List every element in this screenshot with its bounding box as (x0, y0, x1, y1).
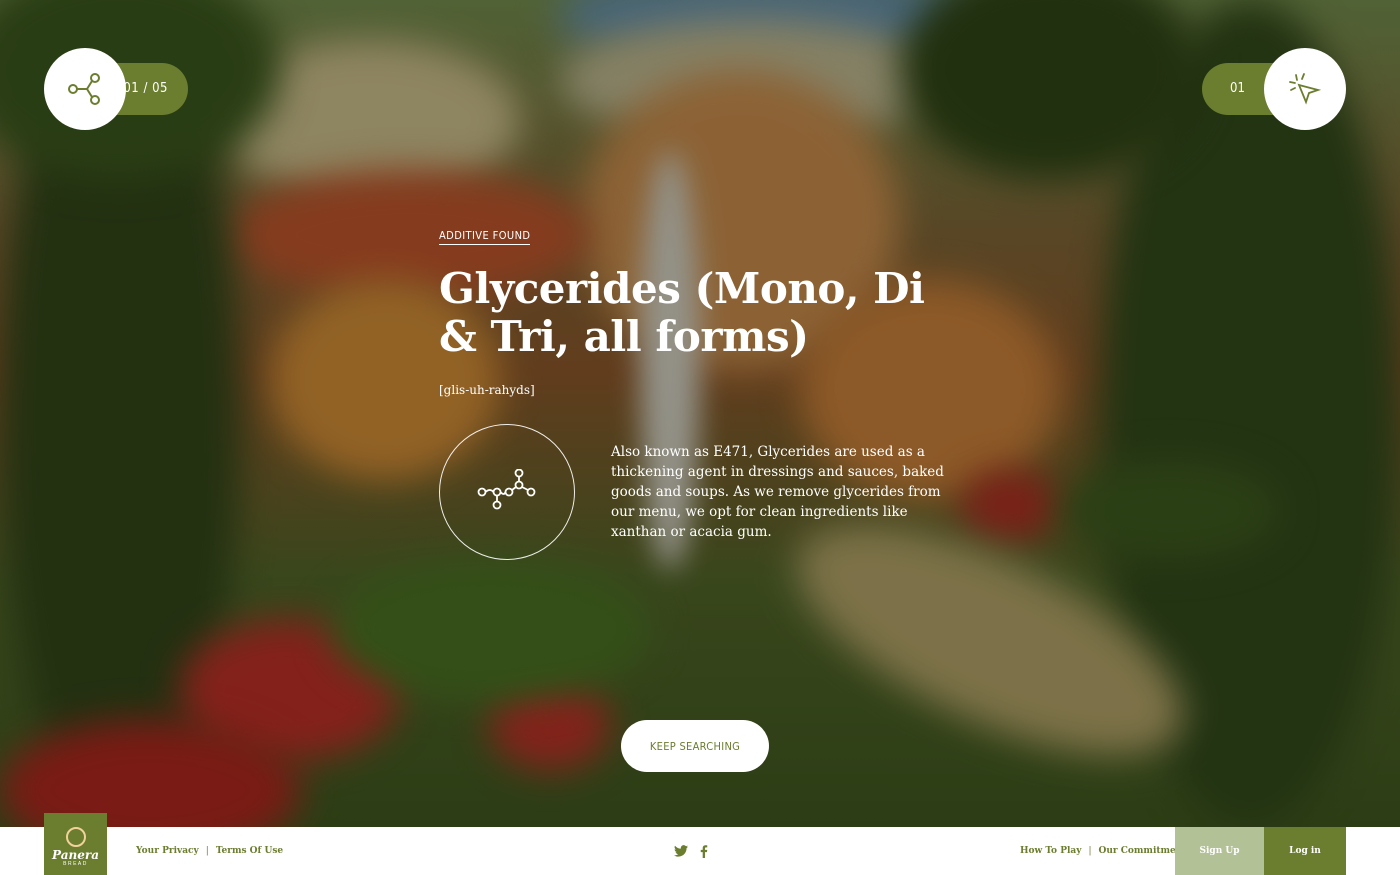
panera-logo[interactable]: Panera BREAD (44, 813, 107, 875)
cursor-sparkle-icon (1289, 73, 1322, 105)
footer-left-links: Your Privacy | Terms Of Use (136, 827, 283, 875)
footer-right-links: How To Play | Our Commitment (1020, 827, 1186, 875)
our-commitment-link[interactable]: Our Commitment (1098, 846, 1186, 856)
footer: Panera BREAD Your Privacy | Terms Of Use… (0, 813, 1400, 875)
facebook-icon[interactable] (700, 844, 708, 858)
molecule-icon (477, 469, 536, 510)
additive-panel: Additive Found Glycerides (Mono, Di & Tr… (439, 226, 959, 560)
cursor-button[interactable] (1264, 48, 1346, 130)
keep-searching-button[interactable]: Keep Searching (621, 720, 769, 772)
link-separator: | (1088, 846, 1092, 856)
panera-logo-mark-icon (65, 827, 86, 847)
social-links (674, 827, 708, 875)
additive-found-label: Additive Found (439, 229, 531, 245)
logo-subtext: BREAD (63, 861, 88, 867)
your-privacy-link[interactable]: Your Privacy (136, 846, 199, 856)
logo-wordmark: Panera (52, 848, 99, 862)
progress-count: 01 / 05 (123, 81, 168, 96)
share-button[interactable] (44, 48, 126, 130)
sign-up-button[interactable]: Sign Up (1175, 827, 1264, 875)
background-scene (0, 0, 1400, 827)
additive-description: Also known as E471, Glycerides are used … (611, 444, 944, 540)
found-count: 01 (1230, 81, 1245, 96)
link-separator: | (205, 846, 209, 856)
molecule-badge (439, 424, 575, 560)
terms-of-use-link[interactable]: Terms Of Use (216, 846, 283, 856)
log-in-button[interactable]: Log in (1264, 827, 1346, 875)
pronunciation: [glis-uh-rahyds] (439, 383, 535, 397)
additive-title: Glycerides (Mono, Di & Tri, all forms) (439, 264, 925, 361)
twitter-icon[interactable] (674, 845, 688, 857)
share-icon (68, 73, 100, 105)
how-to-play-link[interactable]: How To Play (1020, 846, 1081, 856)
